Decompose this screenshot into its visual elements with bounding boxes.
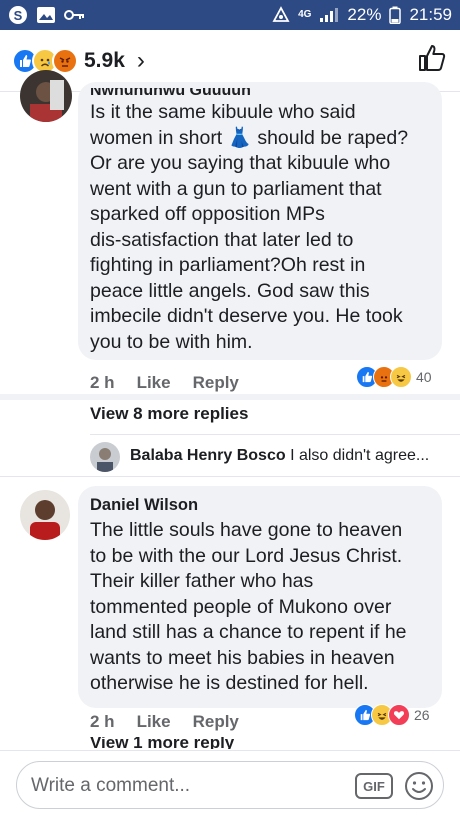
comment-bubble[interactable]: Daniel Wilson The little souls have gone… <box>78 486 442 708</box>
love-reaction-icon <box>388 704 410 726</box>
comment-reactions[interactable]: 40 <box>356 366 432 388</box>
comment-reactions[interactable]: 26 <box>354 704 430 726</box>
comment-reply-button[interactable]: Reply <box>193 712 239 732</box>
comment-input[interactable]: Write a comment... GIF <box>16 761 444 809</box>
comment-like-button[interactable]: Like <box>137 712 171 732</box>
comment-reply-button[interactable]: Reply <box>193 373 239 393</box>
battery-percent: 22% <box>347 5 382 24</box>
comment-input-placeholder: Write a comment... <box>31 775 191 796</box>
avatar[interactable] <box>20 70 72 122</box>
comment-text: The little souls have gone to heaven to … <box>90 519 407 694</box>
reply-author: Balaba Henry Bosco <box>130 447 286 464</box>
emoji-icon[interactable] <box>403 770 435 807</box>
chevron-right-icon[interactable]: › <box>137 47 145 75</box>
haha-reaction-icon <box>390 366 412 388</box>
key-icon <box>64 8 86 22</box>
comment-reaction-count: 40 <box>416 369 432 385</box>
view-more-replies-link[interactable]: View 8 more replies <box>90 404 248 424</box>
avatar[interactable] <box>20 490 70 540</box>
comment-bubble[interactable]: Nwhuhuhwu Guuuun Is it the same kibuule … <box>78 82 442 360</box>
thumbs-up-outline-icon <box>419 45 446 71</box>
comment-timestamp: 2 h <box>90 712 115 731</box>
comment-actions: 2 h Like Reply <box>90 373 239 393</box>
comment-composer: Write a comment... GIF <box>0 750 460 818</box>
svg-text:S: S <box>14 8 23 23</box>
divider <box>0 394 460 400</box>
alarm-icon <box>272 6 290 24</box>
reaction-total: 5.9k <box>84 48 125 72</box>
comment-author: Nwhuhuhwu Guuuun <box>90 88 251 98</box>
comment-text: Is it the same kibuule who said women in… <box>90 101 409 353</box>
angry-reaction-icon <box>52 47 78 74</box>
battery-icon <box>389 6 402 24</box>
signal-icon <box>319 7 339 23</box>
comment-author[interactable]: Daniel Wilson <box>90 494 430 516</box>
comment-reaction-count: 26 <box>414 707 430 723</box>
view-more-replies-link[interactable]: View 1 more reply <box>90 737 234 749</box>
status-bar: S 4G 22% 21:59 <box>0 0 460 30</box>
comment: Nwhuhuhwu Guuuun Is it the same kibuule … <box>0 70 460 412</box>
divider <box>90 434 460 435</box>
comment-like-button[interactable]: Like <box>137 373 171 393</box>
gallery-icon <box>36 6 56 24</box>
comment-actions: 2 h Like Reply <box>90 712 239 732</box>
gif-button[interactable]: GIF <box>355 773 393 799</box>
network-type-icon: 4G <box>298 9 312 20</box>
skype-icon: S <box>8 5 28 25</box>
comment: Daniel Wilson The little souls have gone… <box>0 486 460 746</box>
reply-avatar[interactable] <box>90 442 120 472</box>
divider <box>0 476 460 477</box>
reply-snippet: I also didn't agree... <box>290 447 430 464</box>
like-button[interactable] <box>416 42 448 79</box>
clock: 21:59 <box>409 5 452 24</box>
comment-timestamp: 2 h <box>90 373 115 392</box>
reply-preview[interactable]: Balaba Henry Bosco I also didn't agree..… <box>130 447 429 465</box>
